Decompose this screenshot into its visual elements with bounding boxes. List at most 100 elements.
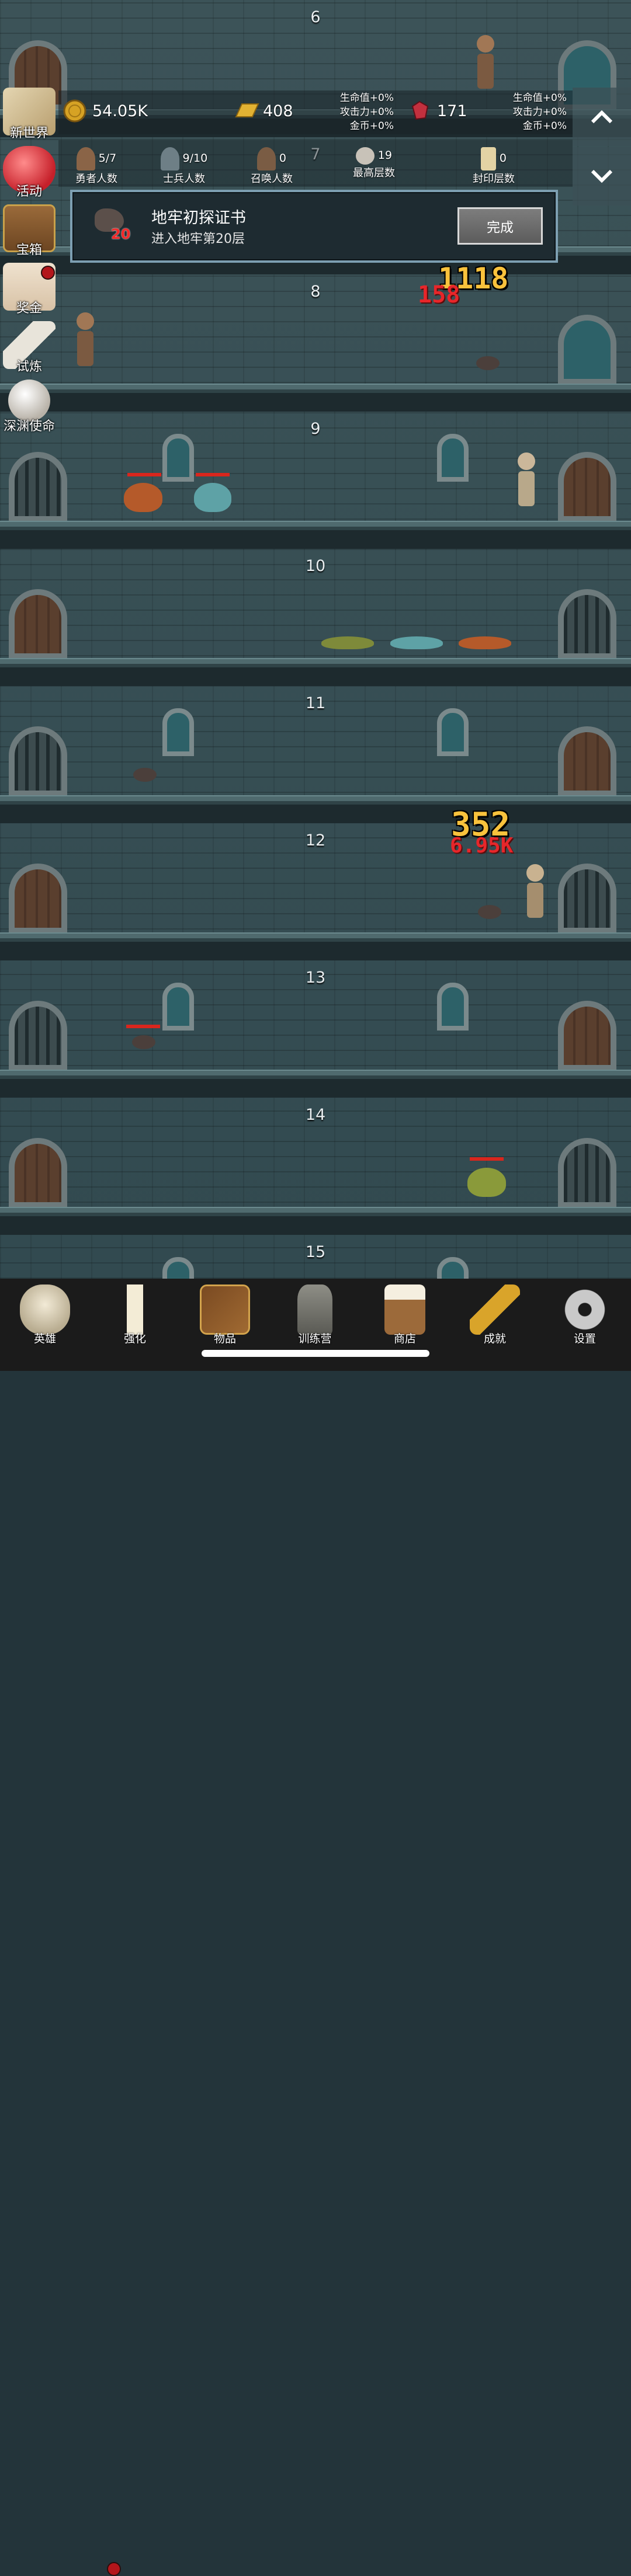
floor-number: 9	[310, 420, 321, 438]
spider-enemy[interactable]	[132, 1035, 155, 1049]
scroll-up-button[interactable]	[573, 88, 631, 146]
door	[558, 1001, 616, 1071]
gold-coin-icon	[63, 99, 86, 123]
tab-hero[interactable]: 英雄	[0, 1279, 90, 1355]
soldier-count: 9/10 士兵人数	[146, 147, 222, 186]
floor-number: 8	[310, 283, 321, 301]
enemy-hp-bar	[470, 1157, 504, 1161]
dungeon-badge-icon: 20	[95, 208, 130, 243]
window	[162, 983, 194, 1031]
enemy-hp-bar	[127, 473, 161, 476]
door	[558, 864, 616, 934]
complete-button[interactable]: 完成	[457, 207, 543, 245]
tab-upgrade[interactable]: 强化	[90, 1279, 180, 1355]
door	[558, 726, 616, 796]
max-floor: 19 最高层数	[333, 147, 415, 180]
floor-9: 9	[0, 412, 631, 549]
window	[437, 708, 469, 756]
floor-8: 8	[0, 274, 631, 412]
notification-dot	[107, 2562, 121, 2576]
damage-number: 6.95K	[450, 834, 514, 858]
floor-number: 10	[305, 557, 326, 575]
chevron-up-icon	[591, 110, 613, 124]
gold-bar-icon	[234, 99, 259, 123]
floor-number: 6	[310, 8, 321, 26]
door	[9, 452, 67, 522]
ruby-gem-icon	[408, 99, 431, 123]
chevron-down-icon	[591, 169, 613, 183]
home-indicator[interactable]	[202, 1350, 429, 1357]
summon-portrait-icon	[257, 147, 276, 170]
door	[9, 589, 67, 659]
window	[437, 983, 469, 1031]
key-icon	[470, 1284, 520, 1335]
tab-achievements[interactable]: 成就	[450, 1279, 540, 1355]
enemy-hp-bar	[126, 1025, 160, 1028]
spider-enemy[interactable]	[478, 905, 501, 919]
floor-13: 13	[0, 960, 631, 1098]
window	[162, 434, 194, 482]
floor-number: 12	[305, 831, 326, 850]
slime-remains	[459, 636, 511, 649]
notification-dot	[41, 266, 55, 280]
tab-training[interactable]: 训练营	[270, 1279, 360, 1355]
side-menu-trial[interactable]: 试炼	[0, 321, 58, 375]
hero-count: 5/7 勇者人数	[58, 147, 134, 186]
gold-bar-counter: 408	[234, 99, 293, 123]
slime-remains	[390, 636, 443, 649]
hero-character[interactable]	[517, 452, 536, 508]
slime-enemy[interactable]	[467, 1168, 506, 1197]
floor-number: 14	[305, 1106, 326, 1124]
scroll-down-button[interactable]	[573, 147, 631, 206]
door	[558, 315, 616, 385]
candle-icon	[110, 1284, 160, 1335]
ruby-bonus: 生命值+0% 攻击力+0% 金币+0%	[512, 92, 567, 132]
bottom-tab-bar: 英雄 强化 物品 训练营 商店 成就 设置	[0, 1279, 631, 2576]
tab-shop[interactable]: 商店	[360, 1279, 450, 1355]
sealed-floor: 0 封印层数	[453, 147, 535, 186]
achievement-description: 进入地牢第20层	[151, 232, 245, 246]
hero-character[interactable]	[76, 312, 95, 368]
skull-icon	[20, 1284, 70, 1335]
book-icon	[200, 1284, 250, 1335]
scroll-icon	[481, 147, 497, 170]
damage-number: 158	[418, 281, 460, 308]
ruby-counter: 171	[408, 99, 467, 123]
achievement-title: 地牢初探证书	[151, 209, 246, 227]
floor-15: 15	[0, 1235, 631, 1279]
hero-portrait-icon	[76, 147, 95, 170]
door	[9, 726, 67, 796]
slime-remains	[321, 636, 374, 649]
spider-enemy[interactable]	[476, 356, 500, 370]
door	[9, 1001, 67, 1071]
summon-count: 0 召唤人数	[234, 147, 310, 186]
spider-enemy[interactable]	[133, 768, 157, 782]
gear-icon	[560, 1284, 610, 1335]
beer-mug-icon	[384, 1284, 425, 1335]
door	[9, 864, 67, 934]
floor-12: 12	[0, 823, 631, 960]
floor-number: 11	[305, 694, 326, 712]
achievement-popup: 20 地牢初探证书 进入地牢第20层 完成	[70, 190, 558, 263]
floor-number: 15	[305, 1243, 326, 1261]
door	[558, 452, 616, 522]
door	[558, 1138, 616, 1208]
hero-character[interactable]	[526, 864, 545, 920]
stone-icon	[356, 147, 375, 165]
floor-number: 13	[305, 969, 326, 987]
tab-items[interactable]: 物品	[180, 1279, 270, 1355]
side-menu-chest[interactable]: 宝箱	[0, 204, 58, 258]
tab-settings[interactable]: 设置	[540, 1279, 630, 1355]
slime-enemy[interactable]	[194, 483, 231, 512]
side-menu-new-world[interactable]: 新世界	[0, 88, 58, 141]
slime-enemy[interactable]	[124, 483, 162, 512]
door	[558, 589, 616, 659]
window	[162, 708, 194, 756]
side-menu-abyss-mission[interactable]: 深渊使命	[0, 380, 58, 434]
side-menu-event[interactable]: 活动	[0, 146, 58, 200]
soldier-portrait-icon	[160, 147, 179, 170]
gold-bar-bonus: 生命值+0% 攻击力+0% 金币+0%	[339, 92, 394, 132]
door	[9, 1138, 67, 1208]
hero-character[interactable]	[476, 35, 495, 90]
floor-11: 11	[0, 686, 631, 823]
